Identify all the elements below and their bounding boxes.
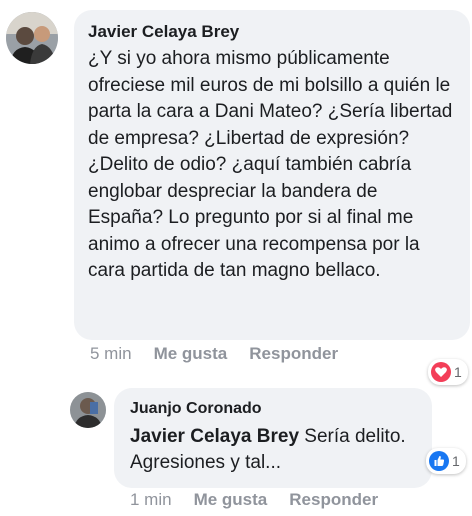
comment-timestamp[interactable]: 1 min [130,490,172,510]
comment-actions: 5 min Me gusta Responder [90,344,338,364]
avatar[interactable] [70,392,106,428]
mention-link[interactable]: Javier Celaya Brey [130,426,299,447]
comment-text-block: Javier Celaya Brey Sería delito. Agresio… [130,424,418,476]
like-link[interactable]: Me gusta [194,490,268,510]
reaction-count: 1 [452,453,460,469]
profile-photo-icon [6,12,58,64]
comment-juanjo: Juanjo Coronado Javier Celaya Brey Sería… [0,370,472,516]
reply-link[interactable]: Responder [289,490,378,510]
comment-author[interactable]: Juanjo Coronado [130,398,418,420]
reaction-summary[interactable]: 1 [426,448,466,474]
comment-javier: Javier Celaya Brey ¿Y si yo ahora mismo … [0,0,472,385]
profile-photo-icon [70,392,106,428]
comment-bubble: Javier Celaya Brey ¿Y si yo ahora mismo … [74,10,470,340]
like-link[interactable]: Me gusta [154,344,228,364]
like-reaction-icon [429,451,449,471]
comment-timestamp[interactable]: 5 min [90,344,132,364]
comment-text: ¿Y si yo ahora mismo públicamente ofreci… [88,48,453,281]
comment-bubble: Juanjo Coronado Javier Celaya Brey Sería… [114,388,432,488]
reply-link[interactable]: Responder [249,344,338,364]
avatar[interactable] [6,12,58,64]
comment-actions: 1 min Me gusta Responder [130,490,378,510]
comment-author[interactable]: Javier Celaya Brey [88,20,456,44]
